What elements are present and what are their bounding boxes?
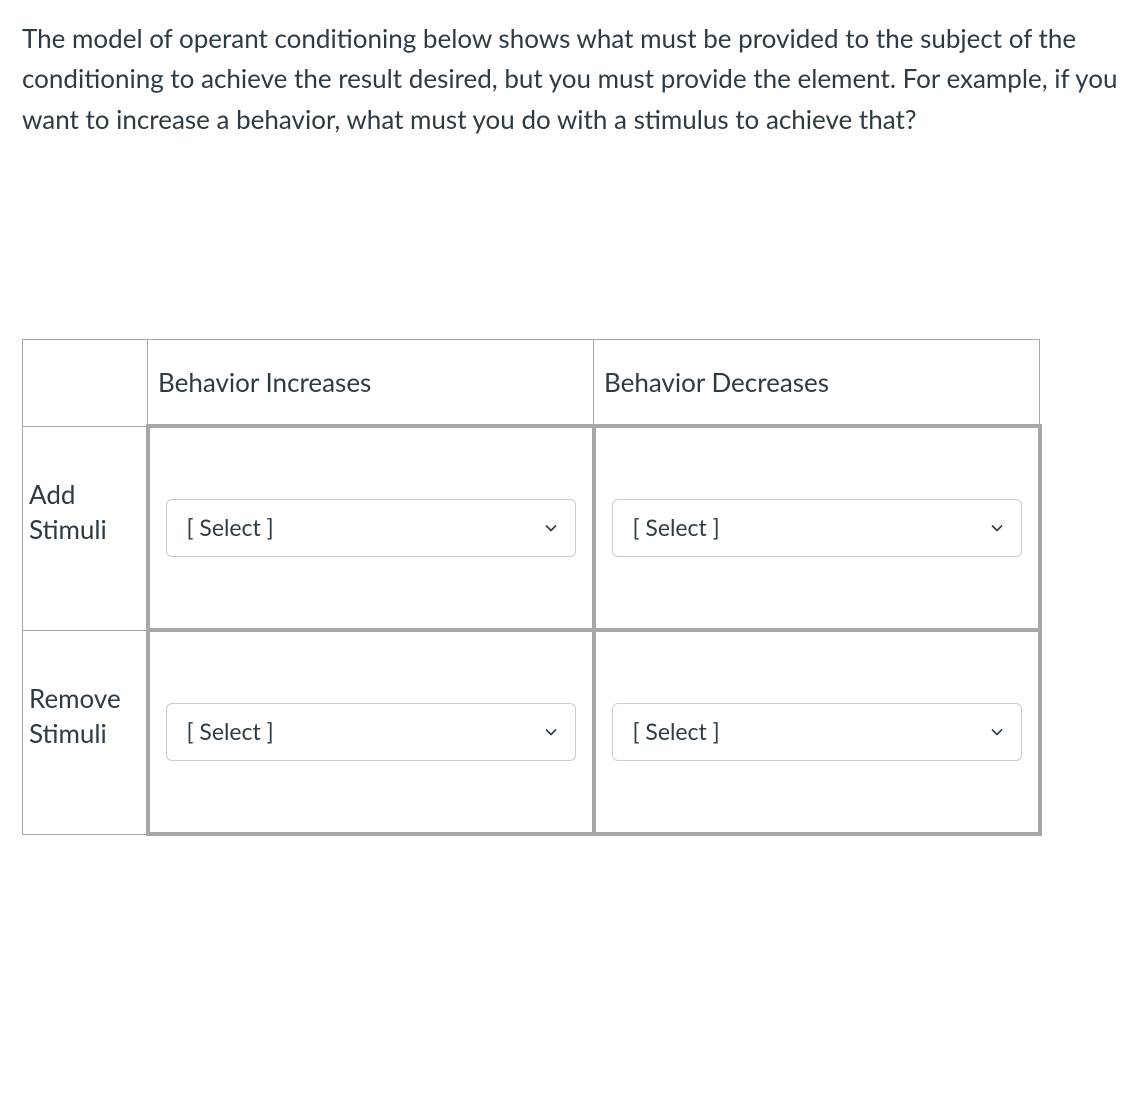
chevron-down-icon: [989, 520, 1005, 536]
answer-cell-add-increase: [ Select ]: [148, 426, 594, 630]
table-row: Remove Stimuli [ Select ] [ Select ]: [23, 630, 1040, 834]
column-header-increases: Behavior Increases: [148, 339, 594, 426]
chevron-down-icon: [543, 520, 559, 536]
select-placeholder: [ Select ]: [187, 714, 274, 750]
select-add-increase[interactable]: [ Select ]: [166, 499, 576, 557]
select-remove-increase[interactable]: [ Select ]: [166, 703, 576, 761]
select-add-decrease[interactable]: [ Select ]: [612, 499, 1022, 557]
row-header-add-stimuli: Add Stimuli: [23, 426, 148, 630]
select-remove-decrease[interactable]: [ Select ]: [612, 703, 1022, 761]
select-placeholder: [ Select ]: [633, 510, 720, 546]
chevron-down-icon: [989, 724, 1005, 740]
select-placeholder: [ Select ]: [633, 714, 720, 750]
table-corner-cell: [23, 339, 148, 426]
answer-cell-add-decrease: [ Select ]: [594, 426, 1040, 630]
question-prompt: The model of operant conditioning below …: [22, 18, 1120, 139]
table-row: Add Stimuli [ Select ] [ Select ]: [23, 426, 1040, 630]
row-header-remove-stimuli: Remove Stimuli: [23, 630, 148, 834]
column-header-decreases: Behavior Decreases: [594, 339, 1040, 426]
answer-cell-remove-increase: [ Select ]: [148, 630, 594, 834]
table-header-row: Behavior Increases Behavior Decreases: [23, 339, 1040, 426]
select-placeholder: [ Select ]: [187, 510, 274, 546]
chevron-down-icon: [543, 724, 559, 740]
answer-cell-remove-decrease: [ Select ]: [594, 630, 1040, 834]
conditioning-table: Behavior Increases Behavior Decreases Ad…: [22, 339, 1042, 836]
